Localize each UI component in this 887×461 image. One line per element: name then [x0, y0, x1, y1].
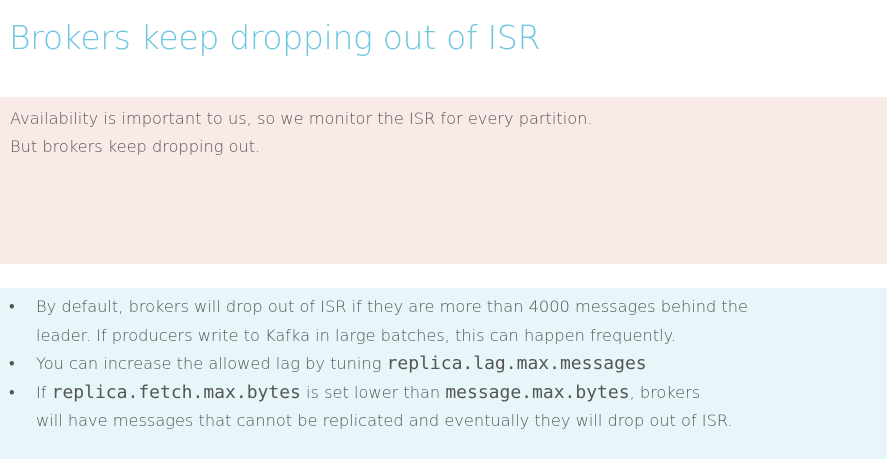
problem-box: Availability is important to us, so we m… — [0, 97, 887, 264]
solution-box: • By default, brokers will drop out of I… — [0, 288, 887, 459]
bullet-text: is set lower than — [300, 382, 446, 402]
bullet-item-tune-lag: • You can increase the allowed lag by tu… — [0, 350, 887, 379]
bullet-marker: • — [9, 354, 15, 373]
config-key-message-max-bytes: message.max.bytes — [445, 381, 630, 403]
bullet-text: If — [36, 382, 52, 402]
bullet-line: You can increase the allowed lag by tuni… — [36, 350, 887, 379]
bullet-item-default-lag: • By default, brokers will drop out of I… — [0, 293, 887, 350]
bullet-text: You can increase the allowed lag by tuni… — [36, 354, 387, 373]
config-key-replica-fetch-max-bytes: replica.fetch.max.bytes — [51, 381, 301, 403]
solution-bullet-list: • By default, brokers will drop out of I… — [0, 293, 887, 436]
config-key-replica-lag-max-messages: replica.lag.max.messages — [386, 353, 647, 374]
bullet-line: If replica.fetch.max.bytes is set lower … — [36, 379, 887, 408]
bullet-text: By default, brokers will drop out of ISR… — [36, 297, 748, 316]
bullet-text: leader. If producers write to Kafka in l… — [36, 325, 677, 345]
problem-line: But brokers keep dropping out. — [10, 137, 261, 156]
slide-title: Brokers keep dropping out of ISR — [9, 18, 541, 57]
bullet-item-fetch-bytes: • If replica.fetch.max.bytes is set lowe… — [0, 379, 887, 436]
bullet-text: will have messages that cannot be replic… — [36, 411, 733, 430]
bullet-text: , brokers — [629, 382, 701, 402]
bullet-marker: • — [9, 297, 15, 316]
bullet-marker: • — [9, 382, 15, 402]
problem-line: Availability is important to us, so we m… — [10, 109, 593, 128]
